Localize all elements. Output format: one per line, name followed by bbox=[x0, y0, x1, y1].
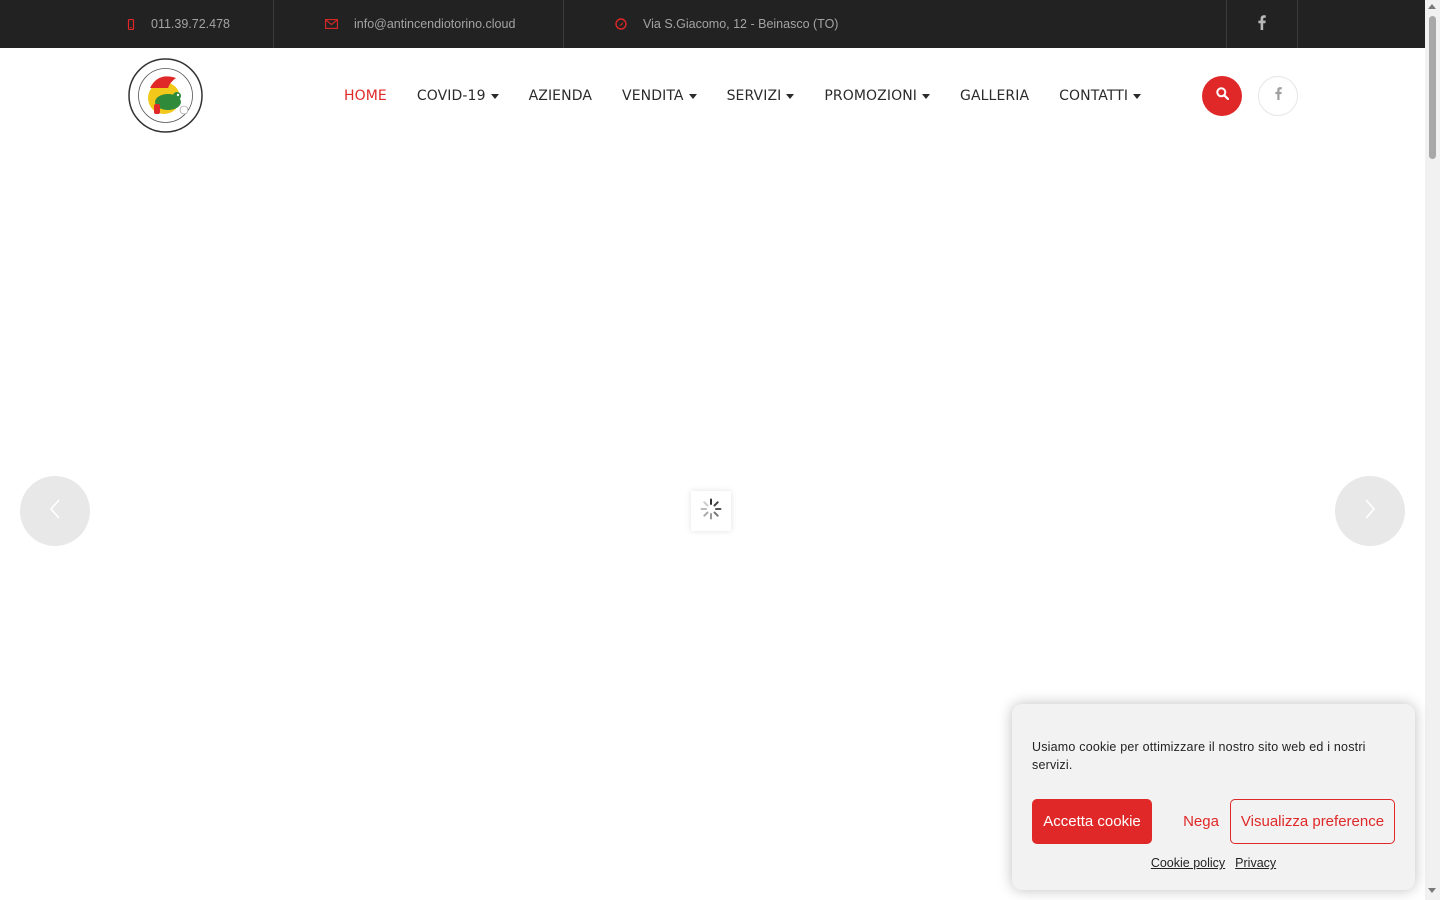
caret-down-icon bbox=[786, 94, 795, 99]
topbar-phone-text: 011.39.72.478 bbox=[151, 17, 231, 31]
chevron-right-icon bbox=[1364, 498, 1376, 524]
site-header: HOME COVID-19 AZIENDA VENDITA SERVIZI PR… bbox=[0, 48, 1425, 144]
chevron-left-icon bbox=[49, 498, 61, 524]
facebook-icon bbox=[1274, 87, 1282, 105]
facebook-icon bbox=[1258, 15, 1266, 33]
scrollbar-thumb[interactable] bbox=[1429, 16, 1436, 159]
search-button[interactable] bbox=[1202, 76, 1242, 116]
accept-cookies-button[interactable]: Accetta cookie bbox=[1032, 799, 1152, 844]
caret-down-icon bbox=[688, 94, 697, 99]
top-bar: 011.39.72.478 info@antincendiotorino.clo… bbox=[0, 0, 1425, 48]
page-scrollbar[interactable] bbox=[1425, 0, 1440, 900]
nav-item-promozioni[interactable]: PROMOZIONI bbox=[824, 88, 931, 104]
cookie-links: Cookie policy Privacy bbox=[1012, 856, 1415, 870]
map-marker-icon bbox=[615, 18, 627, 30]
cookie-message: Usiamo cookie per ottimizzare il nostro … bbox=[1032, 740, 1366, 772]
slider-prev-button[interactable] bbox=[20, 476, 90, 546]
slider-loader bbox=[691, 491, 731, 531]
topbar-email-text: info@antincendiotorino.cloud bbox=[354, 17, 516, 31]
nav-item-azienda[interactable]: AZIENDA bbox=[529, 88, 592, 104]
nav-item-servizi[interactable]: SERVIZI bbox=[727, 88, 795, 104]
site-logo[interactable] bbox=[128, 58, 203, 133]
topbar-facebook-link[interactable] bbox=[1227, 0, 1297, 48]
mobile-phone-icon bbox=[127, 18, 135, 30]
topbar-address: Via S.Giacomo, 12 - Beinasco (TO) bbox=[615, 0, 838, 48]
slider-next-button[interactable] bbox=[1335, 476, 1405, 546]
nav-item-label: VENDITA bbox=[622, 88, 684, 104]
nav-item-label: AZIENDA bbox=[528, 88, 593, 104]
search-icon bbox=[1215, 87, 1229, 105]
scroll-down-arrow-icon[interactable] bbox=[1428, 888, 1436, 893]
nav-item-label: CONTATTI bbox=[1059, 88, 1129, 104]
nav-item-vendita[interactable]: VENDITA bbox=[622, 88, 697, 104]
topbar-divider bbox=[563, 0, 564, 48]
nav-item-home[interactable]: HOME bbox=[344, 88, 387, 104]
nav-item-label: PROMOZIONI bbox=[824, 88, 918, 104]
nav-item-covid-19[interactable]: COVID-19 bbox=[417, 88, 499, 104]
topbar-divider bbox=[1297, 0, 1298, 48]
topbar-email[interactable]: info@antincendiotorino.cloud bbox=[325, 0, 515, 48]
header-facebook-button[interactable] bbox=[1258, 76, 1298, 116]
topbar-address-text: Via S.Giacomo, 12 - Beinasco (TO) bbox=[643, 17, 839, 31]
cookie-banner: Usiamo cookie per ottimizzare il nostro … bbox=[1012, 704, 1415, 890]
scroll-up-arrow-icon[interactable] bbox=[1428, 4, 1436, 9]
nav-item-contatti[interactable]: CONTATTI bbox=[1059, 88, 1142, 104]
envelope-icon bbox=[325, 19, 338, 29]
caret-down-icon bbox=[922, 94, 931, 99]
nav-item-label: GALLERIA bbox=[960, 88, 1030, 104]
caret-down-icon bbox=[490, 94, 499, 99]
view-preferences-button[interactable]: Visualizza preference bbox=[1230, 799, 1395, 844]
caret-down-icon bbox=[1133, 94, 1142, 99]
nav-item-label: COVID-19 bbox=[416, 88, 486, 104]
main-navigation: HOME COVID-19 AZIENDA VENDITA SERVIZI PR… bbox=[344, 48, 1171, 144]
privacy-link[interactable]: Privacy bbox=[1235, 856, 1276, 870]
nav-item-galleria[interactable]: GALLERIA bbox=[960, 88, 1029, 104]
topbar-phone[interactable]: 011.39.72.478 bbox=[127, 0, 230, 48]
topbar-divider bbox=[273, 0, 274, 48]
nav-item-label: HOME bbox=[344, 88, 387, 104]
nav-item-label: SERVIZI bbox=[726, 88, 782, 104]
deny-cookies-button[interactable]: Nega bbox=[1166, 799, 1236, 844]
spinner-icon bbox=[700, 498, 722, 525]
cookie-policy-link[interactable]: Cookie policy bbox=[1151, 856, 1225, 870]
